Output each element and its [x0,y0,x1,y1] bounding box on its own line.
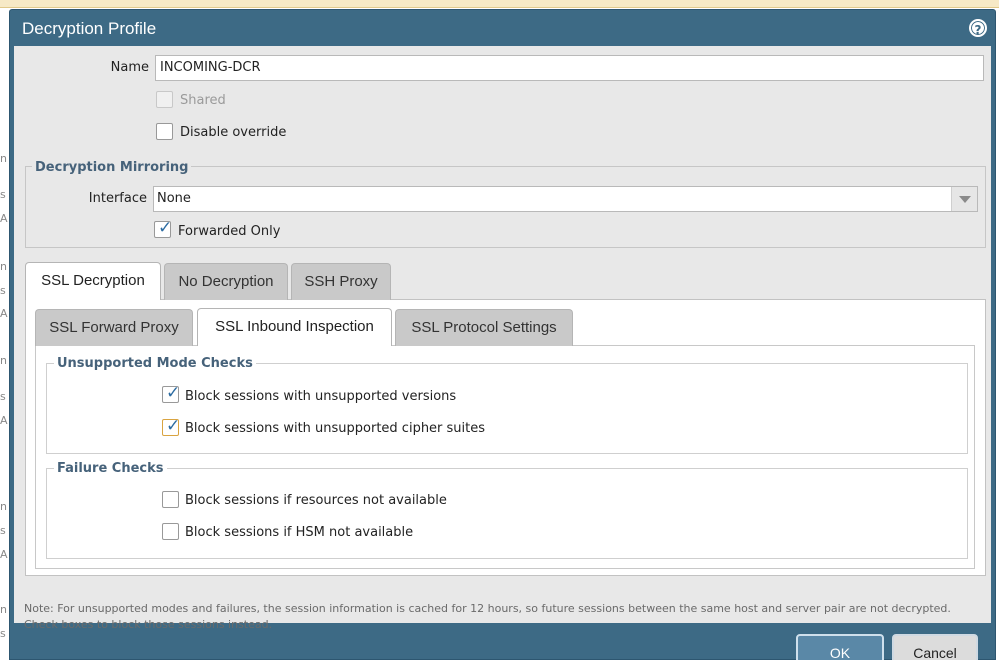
chevron-down-icon [959,196,971,203]
background-fragment: s [0,627,6,640]
dialog-titlebar[interactable]: Decryption Profile ? [10,10,995,46]
tab-ssl-decryption[interactable]: SSL Decryption [25,262,161,300]
decryption-mirroring-legend: Decryption Mirroring [32,160,192,175]
dialog-title: Decryption Profile [22,19,157,38]
unsupported-cipher-suites-label: Block sessions with unsupported cipher s… [185,421,486,436]
checkmark-icon: ✓ [166,383,181,403]
tab-ssl-protocol-settings[interactable]: SSL Protocol Settings [395,309,573,346]
hsm-not-available-checkbox[interactable] [162,523,179,540]
failure-checks-group [46,468,968,559]
forwarded-only-label: Forwarded Only [178,224,281,239]
unsupported-mode-checks-group [46,363,968,454]
unsupported-cipher-suites-checkbox[interactable]: ✓ [162,416,181,436]
resources-not-available-label: Block sessions if resources not availabl… [185,493,447,508]
background-fragment: n [0,603,7,616]
background-fragment: n [0,260,7,273]
forwarded-only-checkbox[interactable]: ✓ [154,218,173,238]
background-fragment: s [0,524,6,537]
unsupported-versions-checkbox[interactable]: ✓ [162,383,181,403]
ok-button[interactable]: OK [796,634,884,660]
dialog-body: Name INCOMING-DCR Shared Disable overrid… [14,46,991,631]
tab-ssl-forward-proxy[interactable]: SSL Forward Proxy [35,309,193,346]
shared-checkbox [156,91,173,108]
interface-select[interactable]: None [153,186,978,212]
background-fragment: s [0,390,6,403]
background-top-bar [0,0,999,8]
dropdown-button[interactable] [951,187,977,211]
interface-selected-value: None [157,191,191,206]
cancel-button[interactable]: Cancel [892,634,978,660]
shared-label: Shared [180,93,226,108]
unsupported-versions-label: Block sessions with unsupported versions [185,389,457,404]
tab-ssh-proxy[interactable]: SSH Proxy [291,263,391,300]
background-fragment: s [0,284,6,297]
name-label: Name [110,60,149,75]
checkmark-icon: ✓ [158,218,173,238]
disable-override-checkbox[interactable] [156,123,173,140]
disable-override-label: Disable override [180,125,287,140]
background-fragment: s [0,188,6,201]
tab-ssl-inbound-inspection[interactable]: SSL Inbound Inspection [197,308,392,346]
interface-label: Interface [88,191,147,206]
checkmark-icon: ✓ [166,416,181,436]
background-fragment: A [0,414,8,427]
name-input[interactable]: INCOMING-DCR [155,55,984,81]
background-fragment: n [0,152,7,165]
resources-not-available-checkbox[interactable] [162,491,179,508]
background-fragment: n [0,354,7,367]
background-fragment: A [0,307,8,320]
note-text: Note: For unsupported modes and failures… [24,602,951,631]
decryption-profile-dialog: Decryption Profile ? Name INCOMING-DCR S… [9,9,996,660]
background-fragment: n [0,500,7,513]
hsm-not-available-label: Block sessions if HSM not available [185,525,414,540]
background-fragment: A [0,548,8,561]
failure-checks-legend: Failure Checks [54,461,167,476]
help-icon[interactable]: ? [969,19,987,37]
tab-no-decryption[interactable]: No Decryption [164,263,288,300]
unsupported-mode-checks-legend: Unsupported Mode Checks [54,356,256,371]
background-fragment: A [0,212,8,225]
